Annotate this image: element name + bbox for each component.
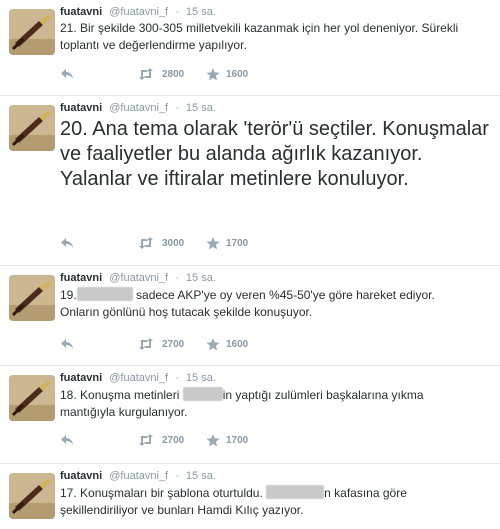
tweet-header: fuatavni @fuatavni_f · 15 sa. bbox=[60, 102, 216, 114]
fountain-pen-icon bbox=[9, 473, 55, 519]
retweet-icon bbox=[139, 237, 153, 249]
retweet-count: 3000 bbox=[162, 237, 185, 249]
redacted-name bbox=[266, 485, 325, 499]
tweet-header: fuatavni @fuatavni_f · 15 sa. bbox=[60, 372, 216, 384]
star-icon bbox=[206, 433, 220, 446]
tweet-time[interactable]: 15 sa. bbox=[186, 6, 216, 18]
tweet-text-part: 18. Konuşma metinleri bbox=[60, 388, 180, 402]
star-icon bbox=[206, 337, 220, 350]
author-fullname[interactable]: fuatavni bbox=[60, 6, 102, 18]
author-fullname[interactable]: fuatavni bbox=[60, 102, 102, 114]
fountain-pen-icon bbox=[9, 9, 55, 55]
favorite-count: 1700 bbox=[226, 237, 249, 249]
favorite-button[interactable]: 1700 bbox=[206, 433, 249, 447]
avatar[interactable] bbox=[9, 9, 55, 55]
tweet-text-part: Onların gönlünü hoş tutacak şekilde konu… bbox=[60, 305, 313, 319]
tweet[interactable]: fuatavni @fuatavni_f · 15 sa. 17. Konuşm… bbox=[0, 464, 500, 529]
avatar[interactable] bbox=[9, 473, 55, 519]
redacted-name bbox=[76, 287, 133, 301]
tweet[interactable]: fuatavni @fuatavni_f · 15 sa. 20. Ana te… bbox=[0, 96, 500, 266]
tweet-actions: 3000 1700 bbox=[60, 235, 248, 251]
separator-dot: · bbox=[175, 372, 179, 384]
star-icon bbox=[206, 236, 220, 249]
author-fullname[interactable]: fuatavni bbox=[60, 272, 102, 284]
tweet-text-part: in yaptığı zulümleri başkalarına yıkma bbox=[222, 388, 424, 402]
fountain-pen-icon bbox=[9, 105, 55, 151]
retweet-button[interactable]: 2700 bbox=[138, 338, 206, 350]
separator-dot: · bbox=[175, 6, 179, 18]
tweet-feed: fuatavni @fuatavni_f · 15 sa. 21. Bir şe… bbox=[0, 0, 500, 529]
retweet-icon bbox=[139, 68, 153, 80]
tweet-header: fuatavni @fuatavni_f · 15 sa. bbox=[60, 272, 216, 284]
tweet-text-part: şekillendiriliyor ve bunları Hamdi Kılıç… bbox=[60, 503, 304, 517]
retweet-icon bbox=[139, 338, 153, 350]
tweet-text-part: mantığıyla kurgulanıyor. bbox=[60, 405, 188, 419]
author-username[interactable]: @fuatavni_f bbox=[109, 272, 168, 284]
retweet-icon bbox=[139, 434, 153, 446]
tweet-time[interactable]: 15 sa. bbox=[186, 470, 216, 482]
favorite-count: 1600 bbox=[226, 68, 249, 80]
separator-dot: · bbox=[175, 102, 179, 114]
tweet-actions: 2700 1600 bbox=[60, 336, 248, 352]
favorite-count: 1700 bbox=[226, 434, 249, 446]
tweet-time[interactable]: 15 sa. bbox=[186, 372, 216, 384]
reply-button[interactable] bbox=[60, 434, 138, 446]
reply-arrow-icon bbox=[61, 435, 73, 445]
tweet-text-part: n kafasına göre bbox=[324, 486, 407, 500]
tweet-header: fuatavni @fuatavni_f · 15 sa. bbox=[60, 470, 216, 482]
avatar[interactable] bbox=[9, 375, 55, 421]
tweet-time[interactable]: 15 sa. bbox=[186, 272, 216, 284]
redacted-name bbox=[182, 387, 223, 401]
retweet-count: 2700 bbox=[162, 338, 185, 350]
favorite-button[interactable]: 1600 bbox=[206, 337, 249, 351]
author-username[interactable]: @fuatavni_f bbox=[109, 102, 168, 114]
tweet-text-part: 19. bbox=[60, 288, 77, 302]
avatar[interactable] bbox=[9, 105, 55, 151]
tweet-text: 20. Ana tema olarak 'terör'ü seçtiler. K… bbox=[60, 118, 489, 190]
tweet[interactable]: fuatavni @fuatavni_f · 15 sa. 19. sadece… bbox=[0, 266, 500, 366]
retweet-button[interactable]: 3000 bbox=[138, 237, 206, 249]
reply-button[interactable] bbox=[60, 68, 138, 80]
tweet-text-part: 17. Konuşmaları bir şablona oturtuldu. bbox=[60, 486, 263, 500]
retweet-count: 2800 bbox=[162, 68, 185, 80]
avatar[interactable] bbox=[9, 275, 55, 321]
reply-button[interactable] bbox=[60, 237, 138, 249]
author-fullname[interactable]: fuatavni bbox=[60, 470, 102, 482]
fountain-pen-icon bbox=[9, 275, 55, 321]
tweet-time[interactable]: 15 sa. bbox=[186, 102, 216, 114]
fountain-pen-icon bbox=[9, 375, 55, 421]
retweet-button[interactable]: 2800 bbox=[138, 68, 206, 80]
separator-dot: · bbox=[175, 470, 179, 482]
favorite-button[interactable]: 1600 bbox=[206, 67, 249, 81]
author-username[interactable]: @fuatavni_f bbox=[109, 470, 168, 482]
retweet-button[interactable]: 2700 bbox=[138, 434, 206, 446]
tweet-text: 17. Konuşmaları bir şablona oturtuldu. n… bbox=[60, 485, 492, 519]
tweet-text: 19. sadece AKP'ye oy veren %45-50'ye gör… bbox=[60, 287, 492, 321]
reply-arrow-icon bbox=[61, 238, 73, 248]
tweet-text: 18. Konuşma metinleri in yaptığı zulümle… bbox=[60, 387, 492, 421]
separator-dot: · bbox=[175, 272, 179, 284]
author-username[interactable]: @fuatavni_f bbox=[109, 6, 168, 18]
tweet[interactable]: fuatavni @fuatavni_f · 15 sa. 18. Konuşm… bbox=[0, 366, 500, 464]
tweet-text-part: sadece AKP'ye oy veren %45-50'ye göre ha… bbox=[132, 288, 435, 302]
reply-button[interactable] bbox=[60, 338, 138, 350]
tweet-text: 21. Bir şekilde 300-305 milletvekili kaz… bbox=[60, 21, 459, 52]
star-icon bbox=[206, 67, 220, 80]
tweet-header: fuatavni @fuatavni_f · 15 sa. bbox=[60, 6, 216, 18]
tweet-actions: 2800 1600 bbox=[60, 66, 248, 82]
tweet-actions: 2700 1700 bbox=[60, 432, 248, 448]
retweet-count: 2700 bbox=[162, 434, 185, 446]
favorite-count: 1600 bbox=[226, 338, 249, 350]
author-username[interactable]: @fuatavni_f bbox=[109, 372, 168, 384]
author-fullname[interactable]: fuatavni bbox=[60, 372, 102, 384]
tweet[interactable]: fuatavni @fuatavni_f · 15 sa. 21. Bir şe… bbox=[0, 0, 500, 96]
reply-arrow-icon bbox=[61, 339, 73, 349]
favorite-button[interactable]: 1700 bbox=[206, 236, 249, 250]
reply-arrow-icon bbox=[61, 69, 73, 79]
